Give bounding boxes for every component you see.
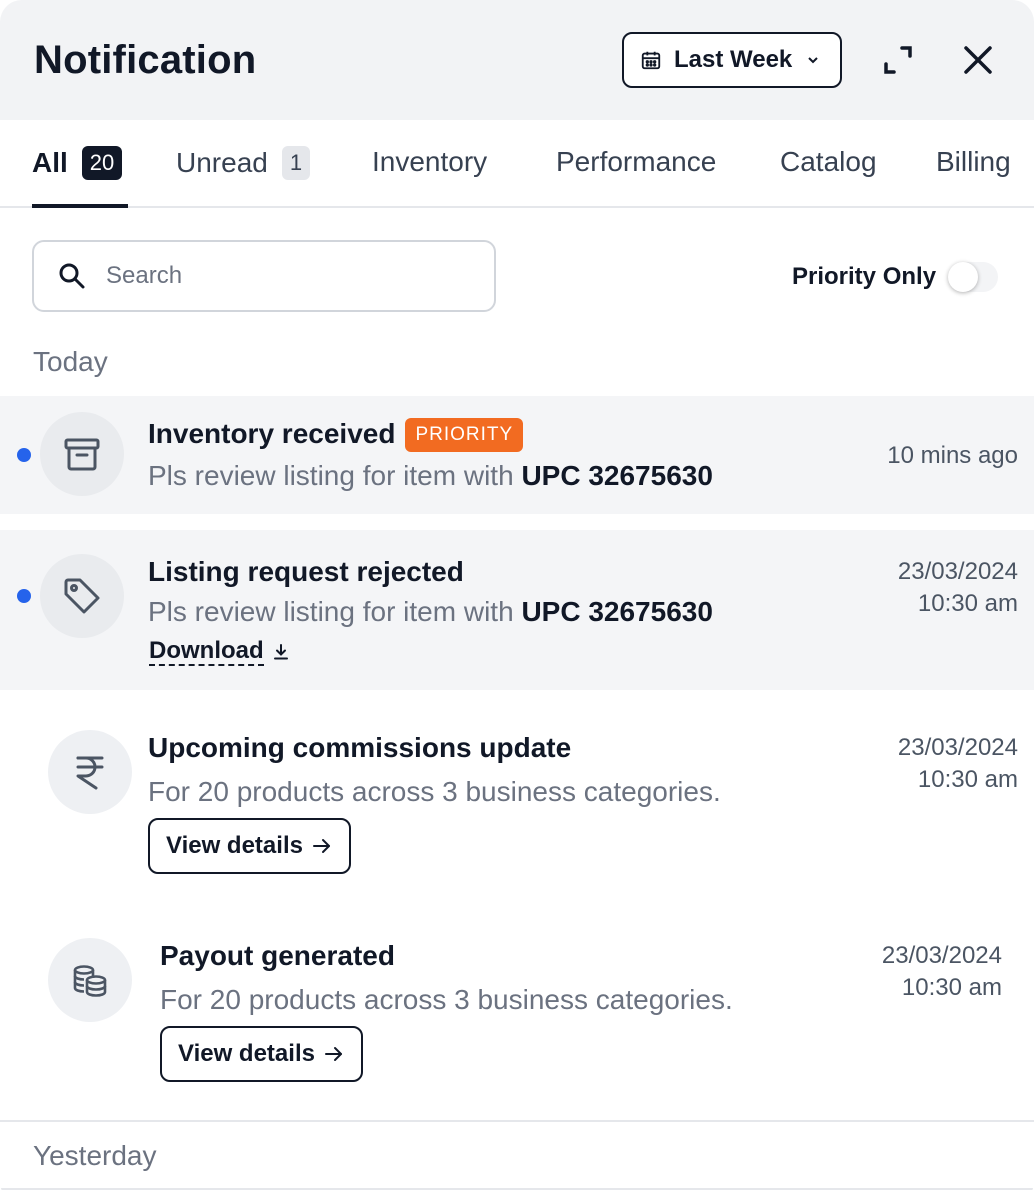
notification-text: For 20 products across 3 business catego…	[160, 984, 733, 1015]
expand-icon	[884, 46, 912, 74]
notification-title-text: Inventory received	[148, 418, 396, 449]
search-input[interactable]	[106, 262, 466, 290]
archive-box-icon	[64, 438, 100, 471]
close-icon	[964, 46, 992, 74]
notification-timestamp: 23/03/2024 10:30 am	[898, 732, 1018, 796]
notification-item[interactable]: Payout generated For 20 products across …	[0, 914, 1034, 1114]
search-box[interactable]	[32, 240, 496, 312]
notification-timestamp: 23/03/2024 10:30 am	[882, 940, 1002, 1004]
priority-badge: PRIORITY	[405, 418, 524, 452]
notification-item[interactable]: Upcoming commissions update For 20 produ…	[0, 706, 1034, 902]
notification-upc: UPC 32675630	[521, 596, 713, 627]
coins-stack-icon	[73, 965, 107, 997]
tab-performance-label: Performance	[556, 146, 717, 177]
tab-billing-label: Billing	[936, 146, 1011, 177]
tab-unread[interactable]: Unread 1	[176, 146, 311, 180]
rupee-icon	[76, 756, 104, 790]
notification-title: Upcoming commissions update	[148, 732, 572, 763]
notification-title: Listing request rejected	[148, 556, 464, 587]
section-divider	[0, 1120, 1034, 1122]
tab-all-count: 20	[81, 146, 123, 180]
download-link[interactable]: Download	[149, 638, 290, 666]
notification-timestamp: 23/03/2024 10:30 am	[898, 556, 1018, 620]
notification-date: 23/03/2024	[881, 942, 1002, 969]
date-filter-dropdown[interactable]: Last Week	[622, 32, 842, 88]
tab-inventory-label: Inventory	[372, 146, 488, 177]
notification-text-prefix: Pls review listing for item with	[148, 596, 522, 627]
notification-text-prefix: Pls review listing for item with	[148, 460, 522, 491]
notification-item[interactable]: Listing request rejected Pls review list…	[0, 530, 1034, 690]
arrow-right-icon	[324, 1047, 342, 1061]
expand-button[interactable]	[880, 42, 916, 78]
tab-catalog[interactable]: Catalog	[780, 146, 877, 178]
view-details-label: View details	[166, 832, 303, 859]
panel-title: Notification	[34, 38, 257, 82]
notification-time: 10:30 am	[917, 766, 1018, 793]
notification-title: Payout generated	[160, 940, 395, 971]
download-icon	[273, 644, 288, 660]
view-details-button[interactable]: View details	[160, 1026, 363, 1082]
notification-title: Inventory received PRIORITY	[148, 418, 524, 452]
view-details-button[interactable]: View details	[148, 818, 351, 874]
notification-date: 23/03/2024	[897, 558, 1018, 585]
tab-unread-count: 1	[281, 146, 311, 180]
unread-dot	[17, 448, 31, 462]
view-details-label: View details	[178, 1040, 315, 1067]
notification-item[interactable]: Inventory received PRIORITY Pls review li…	[0, 396, 1034, 514]
section-label-yesterday: Yesterday	[33, 1140, 157, 1171]
tab-performance[interactable]: Performance	[556, 146, 716, 178]
notification-time: 10:30 am	[901, 974, 1002, 1001]
tab-inventory[interactable]: Inventory	[372, 146, 487, 178]
tab-catalog-label: Catalog	[780, 146, 877, 177]
unread-dot	[17, 589, 31, 603]
tag-icon	[64, 578, 100, 614]
date-filter-label: Last Week	[674, 46, 793, 73]
notification-avatar	[40, 412, 124, 496]
tab-all[interactable]: All 20	[32, 146, 123, 180]
notification-upc: UPC 32675630	[521, 460, 713, 491]
chevron-down-icon	[808, 57, 818, 64]
tab-billing[interactable]: Billing	[936, 146, 1011, 178]
download-label: Download	[149, 637, 264, 666]
notification-time: 10:30 am	[917, 590, 1018, 617]
priority-only-toggle[interactable]	[948, 262, 999, 292]
notification-text: Pls review listing for item with UPC 326…	[148, 596, 713, 628]
notification-avatar	[48, 938, 132, 1022]
priority-only-label: Priority Only	[792, 263, 937, 290]
panel-header: Notification Last Week	[0, 0, 1034, 120]
calendar-icon	[641, 51, 661, 70]
notification-date: 23/03/2024	[897, 734, 1018, 761]
active-tab-indicator	[32, 204, 128, 208]
close-button[interactable]	[960, 42, 996, 78]
section-label-today: Today	[33, 346, 108, 377]
search-icon	[59, 263, 85, 289]
notification-tabs: All 20 Unread 1 Inventory Performance Ca…	[0, 120, 1034, 208]
toggle-knob	[948, 262, 979, 292]
tab-unread-label: Unread	[176, 147, 268, 178]
notification-avatar	[48, 730, 132, 814]
tab-all-label: All	[32, 147, 68, 178]
priority-only-filter: Priority Only	[792, 262, 999, 292]
notification-text: Pls review listing for item with UPC 326…	[148, 460, 713, 492]
notification-panel: Notification Last Week All 20 Unread 1 I…	[0, 0, 1034, 1204]
section-divider	[0, 1188, 1034, 1190]
notification-text: For 20 products across 3 business catego…	[148, 776, 721, 807]
notification-time: 10 mins ago	[887, 442, 1018, 469]
arrow-right-icon	[312, 839, 330, 853]
notification-avatar	[40, 554, 124, 638]
